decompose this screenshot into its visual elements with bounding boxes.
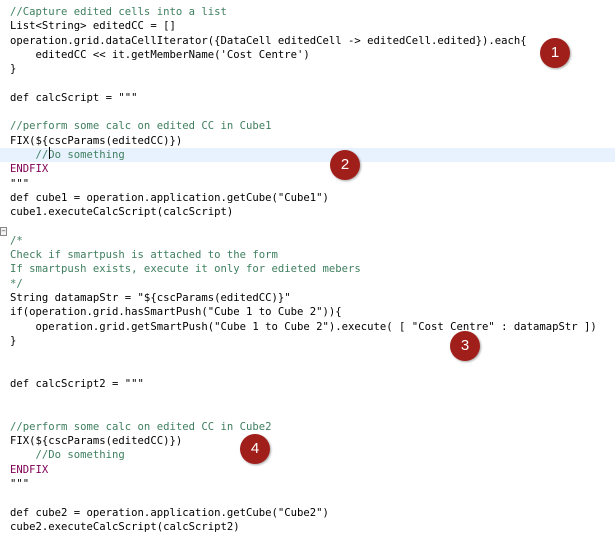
code-line[interactable]: */ bbox=[10, 277, 23, 291]
code-line[interactable]: operation.grid.getSmartPush("Cube 1 to C… bbox=[10, 320, 597, 334]
code-line[interactable]: def cube2 = operation.application.getCub… bbox=[10, 506, 329, 520]
code-line[interactable]: def calcScript2 = """ bbox=[10, 377, 144, 391]
code-line[interactable]: //perform some calc on edited CC in Cube… bbox=[10, 420, 272, 434]
code-line[interactable]: cube1.executeCalcScript(calcScript) bbox=[10, 205, 233, 219]
code-line[interactable]: } bbox=[10, 62, 16, 76]
code-line[interactable]: operation.grid.dataCellIterator({DataCel… bbox=[10, 34, 527, 48]
marker-badge-4: 4 bbox=[240, 434, 270, 464]
code-line[interactable]: //perform some calc on edited CC in Cube… bbox=[10, 119, 272, 133]
code-line[interactable]: String datamapStr = "${cscParams(editedC… bbox=[10, 291, 291, 305]
fold-collapse-icon[interactable]: − bbox=[0, 227, 7, 236]
code-line[interactable]: List<String> editedCC = [] bbox=[10, 19, 176, 33]
code-editor[interactable]: //Capture edited cells into a list List<S… bbox=[0, 0, 615, 533]
code-line[interactable]: FIX(${cscParams(editedCC)}) bbox=[10, 434, 182, 448]
code-line[interactable]: //Capture edited cells into a list bbox=[10, 5, 227, 19]
code-line[interactable]: //Do something bbox=[10, 448, 125, 462]
code-line[interactable]: def cube1 = operation.application.getCub… bbox=[10, 191, 329, 205]
code-line[interactable]: FIX(${cscParams(editedCC)}) bbox=[10, 134, 182, 148]
code-line[interactable]: ENDFIX bbox=[10, 162, 48, 176]
code-line[interactable]: } bbox=[10, 334, 16, 348]
code-line[interactable]: //Do something bbox=[0, 148, 615, 162]
code-line[interactable]: /* bbox=[10, 234, 23, 248]
marker-badge-3: 3 bbox=[450, 331, 480, 361]
code-line[interactable]: if(operation.grid.hasSmartPush("Cube 1 t… bbox=[10, 305, 342, 319]
code-line[interactable]: Check if smartpush is attached to the fo… bbox=[10, 248, 278, 262]
marker-badge-2: 2 bbox=[330, 150, 360, 180]
code-line[interactable]: """ bbox=[10, 177, 29, 191]
code-line[interactable]: ENDFIX bbox=[10, 463, 48, 477]
marker-badge-1: 1 bbox=[540, 38, 570, 68]
code-line[interactable]: cube2.executeCalcScript(calcScript2) bbox=[10, 520, 240, 534]
code-line[interactable]: If smartpush exists, execute it only for… bbox=[10, 262, 361, 276]
code-line[interactable]: editedCC << it.getMemberName('Cost Centr… bbox=[10, 48, 310, 62]
text-caret bbox=[49, 147, 50, 159]
code-line[interactable]: def calcScript = """ bbox=[10, 91, 138, 105]
code-line[interactable]: """ bbox=[10, 477, 29, 491]
